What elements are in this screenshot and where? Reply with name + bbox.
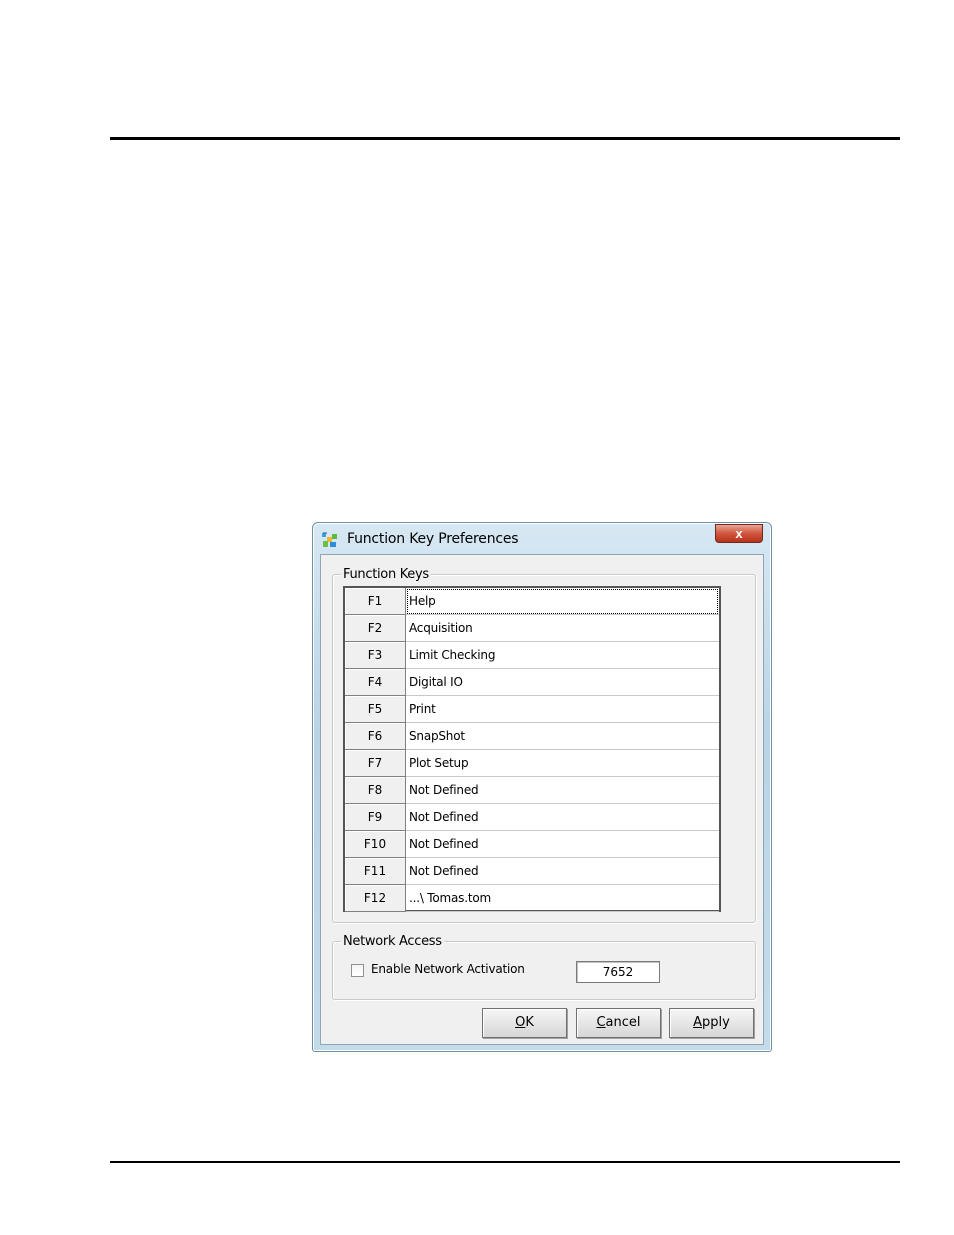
function-key-label: F10	[345, 831, 406, 858]
function-key-action[interactable]: ...\ Tomas.tom	[406, 885, 719, 912]
enable-network-label[interactable]: Enable Network Activation	[371, 962, 525, 976]
page-bottom-rule	[110, 1161, 900, 1163]
function-keys-grid[interactable]: F1 Help F2 Acquisition F3 Limit Checking F4 Dig…	[343, 586, 721, 912]
function-key-action[interactable]: Limit Checking	[406, 642, 719, 669]
function-key-row[interactable]: F7 Plot Setup	[345, 750, 719, 777]
function-key-row[interactable]: F11 Not Defined	[345, 858, 719, 885]
function-key-action[interactable]: Plot Setup	[406, 750, 719, 777]
close-icon: x	[735, 526, 743, 541]
function-key-action[interactable]: Help	[406, 588, 719, 615]
ok-label-rest: K	[525, 1015, 534, 1030]
function-keys-group: Function Keys F1 Help F2 Acquisition F3 Limit…	[332, 567, 756, 923]
function-key-label: F11	[345, 858, 406, 885]
function-key-row[interactable]: F8 Not Defined	[345, 777, 719, 804]
apply-label-rest: pply	[702, 1015, 730, 1030]
function-key-label: F4	[345, 669, 406, 696]
cancel-button[interactable]: Cancel	[576, 1008, 661, 1038]
function-key-action[interactable]: Acquisition	[406, 615, 719, 642]
window-title: Function Key Preferences	[347, 531, 519, 547]
function-key-action[interactable]: SnapShot	[406, 723, 719, 750]
app-icon	[321, 531, 339, 549]
dialog-client-area: Function Keys F1 Help F2 Acquisition F3 Limit…	[320, 554, 764, 1045]
network-access-group: Network Access Enable Network Activation…	[332, 934, 756, 1000]
page-top-rule	[110, 137, 900, 140]
network-port-input[interactable]: 7652	[576, 961, 660, 983]
function-key-row[interactable]: F6 SnapShot	[345, 723, 719, 750]
function-key-label: F6	[345, 723, 406, 750]
function-key-row[interactable]: F2 Acquisition	[345, 615, 719, 642]
function-key-row[interactable]: F12 ...\ Tomas.tom	[345, 885, 719, 912]
cancel-label-rest: ancel	[605, 1015, 641, 1030]
function-key-action[interactable]: Not Defined	[406, 804, 719, 831]
function-key-row[interactable]: F5 Print	[345, 696, 719, 723]
cancel-mnemonic: C	[596, 1015, 606, 1030]
ok-mnemonic: O	[515, 1015, 526, 1030]
function-key-row[interactable]: F4 Digital IO	[345, 669, 719, 696]
function-key-action[interactable]: Not Defined	[406, 777, 719, 804]
enable-network-checkbox[interactable]	[351, 964, 364, 977]
function-key-label: F2	[345, 615, 406, 642]
function-key-label: F8	[345, 777, 406, 804]
apply-button[interactable]: Apply	[669, 1008, 754, 1038]
function-key-action[interactable]: Digital IO	[406, 669, 719, 696]
function-key-label: F7	[345, 750, 406, 777]
function-key-row[interactable]: F1 Help	[345, 588, 719, 615]
function-keys-legend: Function Keys	[341, 567, 431, 582]
function-key-action[interactable]: Not Defined	[406, 831, 719, 858]
close-button[interactable]: x	[715, 524, 763, 543]
title-bar[interactable]: Function Key Preferences x	[313, 523, 771, 553]
function-key-label: F9	[345, 804, 406, 831]
function-key-action[interactable]: Not Defined	[406, 858, 719, 885]
function-key-row[interactable]: F9 Not Defined	[345, 804, 719, 831]
network-access-legend: Network Access	[341, 934, 444, 949]
function-key-row[interactable]: F10 Not Defined	[345, 831, 719, 858]
function-key-label: F12	[345, 885, 406, 912]
ok-button[interactable]: OK	[482, 1008, 567, 1038]
function-key-label: F5	[345, 696, 406, 723]
function-key-label: F3	[345, 642, 406, 669]
function-key-preferences-dialog: Function Key Preferences x Function Keys…	[312, 522, 772, 1052]
function-key-action[interactable]: Print	[406, 696, 719, 723]
apply-mnemonic: A	[693, 1015, 703, 1030]
function-key-row[interactable]: F3 Limit Checking	[345, 642, 719, 669]
function-key-label: F1	[345, 588, 406, 615]
